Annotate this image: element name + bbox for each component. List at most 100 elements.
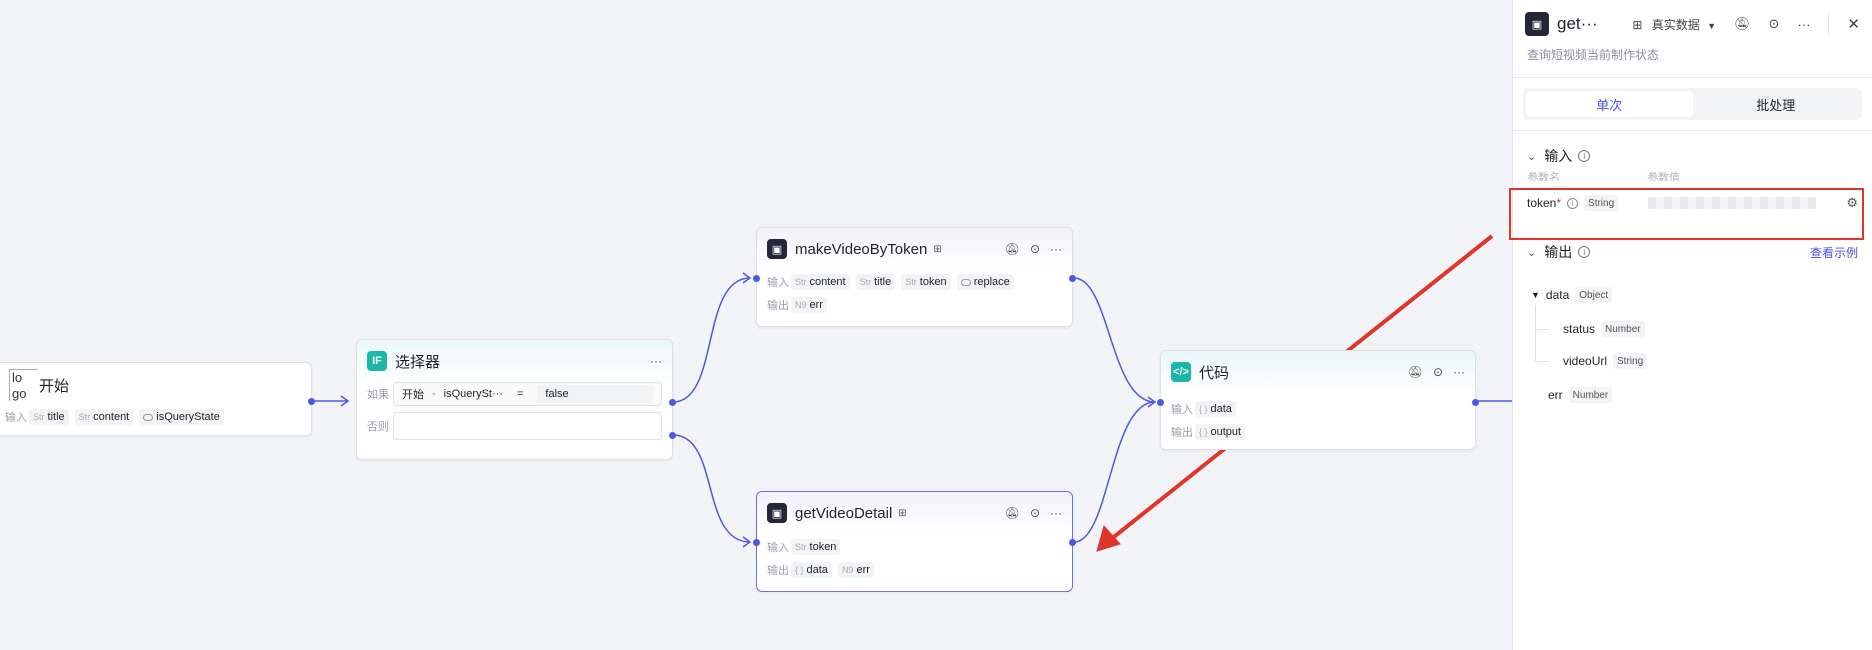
separator	[1828, 13, 1830, 35]
chevron-down-icon: ⌄	[1527, 246, 1537, 259]
code-node[interactable]: </> 代码 🔕︎ ⊙ ··· 输入 { } data 输出 { } output	[1157, 350, 1479, 450]
plugin-icon: ▣	[1525, 12, 1549, 36]
get-detail-title: getVideoDetail	[795, 504, 893, 522]
run-icon[interactable]: ⊙	[1433, 365, 1443, 379]
chevron-down-icon: ⌄	[1527, 150, 1537, 163]
data-mode-select[interactable]: ⊞ 真实数据 ▼	[1632, 16, 1716, 33]
tree-branch	[1535, 361, 1549, 362]
tree-line	[1535, 305, 1536, 361]
get-detail-inputs: 输入 Str token	[757, 537, 1072, 557]
store-icon: ⊞	[1632, 17, 1643, 32]
run-icon[interactable]: ⊙	[1769, 16, 1780, 32]
edge-selector-make	[672, 277, 751, 403]
make-video-title: makeVideoByToken	[795, 240, 928, 258]
panel-subtitle: 查询短视频当前制作状态	[1527, 48, 1660, 62]
input-label: 输入	[5, 412, 27, 424]
output-item-videourl[interactable]: videoUrl String	[1563, 353, 1648, 369]
make-video-outputs: 输出 N9 err	[757, 295, 1072, 315]
store-icon: ⊞	[898, 507, 907, 519]
toggle-icon	[143, 413, 154, 421]
cond-var: isQuerySt···	[443, 388, 503, 400]
view-example-link[interactable]: 查看示例	[1810, 244, 1858, 261]
make-video-header: ▣ makeVideoByToken ⊞ 🔕︎ ⊙ ···	[757, 228, 1072, 270]
edge-selector-detail	[672, 434, 751, 543]
plugin-icon: ▣	[767, 239, 787, 259]
make-video-node[interactable]: ▣ makeVideoByToken ⊞ 🔕︎ ⊙ ··· 输入 Str cont…	[753, 227, 1076, 327]
make-video-in-port[interactable]	[753, 275, 760, 282]
output-tree: ▼ data Object status Number videoUrl Str…	[1513, 263, 1872, 403]
selector-header: IF 选择器 ···	[357, 340, 672, 382]
code-title: 代码	[1199, 364, 1230, 382]
start-input-content: Str content	[74, 409, 134, 425]
param-column-headers: 参数名 参数值	[1527, 172, 1680, 181]
workflow-canvas[interactable]: lo go 开始 输入 Str title Str content isQueryS…	[0, 0, 1512, 650]
bell-off-icon[interactable]: 🔕︎	[1005, 242, 1020, 256]
param-tag: Str token	[901, 274, 951, 290]
else-row[interactable]	[393, 412, 662, 440]
param-tag: Str content	[791, 274, 850, 290]
more-icon[interactable]: ···	[1050, 506, 1062, 520]
panel-title: get···	[1557, 14, 1598, 33]
start-node[interactable]: lo go 开始 输入 Str title Str content isQueryS…	[0, 362, 315, 436]
run-icon[interactable]: ⊙	[1030, 242, 1040, 256]
selector-if-port[interactable]	[669, 399, 676, 406]
get-detail-node[interactable]: ▣ getVideoDetail ⊞ 🔕︎ ⊙ ··· 输入 Str token …	[753, 491, 1076, 592]
param-tag: Str token	[791, 539, 841, 555]
param-tag: { } data	[1195, 401, 1236, 417]
input-section-header[interactable]: ⌄ 输入 i	[1513, 145, 1872, 167]
param-tag: N9 err	[837, 562, 874, 578]
caret-down-icon: ▼	[1531, 290, 1540, 300]
plugin-icon: ▣	[767, 503, 787, 523]
more-icon[interactable]: ···	[1453, 365, 1465, 379]
get-detail-in-port[interactable]	[753, 539, 760, 546]
tab-single[interactable]: 单次	[1526, 91, 1693, 117]
condition-row[interactable]: 开始 - isQuerySt··· = false	[393, 382, 662, 406]
make-video-out-port[interactable]	[1069, 275, 1076, 282]
info-icon: i	[1578, 246, 1591, 258]
output-item-status[interactable]: status Number	[1563, 321, 1645, 337]
code-in-port[interactable]	[1157, 399, 1164, 406]
start-logo-icon: lo go	[9, 369, 37, 401]
code-out-port[interactable]	[1472, 399, 1479, 406]
node-test-panel: ▣ get··· ⊞ 真实数据 ▼ 🔕︎ ⊙ ··· ✕ 查询短视频当前制作状态…	[1512, 0, 1872, 650]
selector-node[interactable]: IF 选择器 ··· 如果 开始 - isQuerySt··· = false …	[356, 339, 676, 460]
start-input-isquerystate: isQueryState	[139, 409, 224, 425]
param-tag: { } data	[791, 562, 832, 578]
code-outputs: 输出 { } output	[1161, 422, 1475, 442]
edge-make-code	[1073, 277, 1156, 403]
if-icon: IF	[367, 351, 387, 371]
start-output-port[interactable]	[308, 398, 315, 405]
store-icon: ⊞	[933, 243, 942, 255]
tab-batch[interactable]: 批处理	[1693, 91, 1860, 117]
code-inputs: 输入 { } data	[1161, 399, 1475, 419]
else-label: 否则	[367, 421, 389, 433]
cond-value: false	[537, 385, 653, 403]
start-input-title: Str title	[29, 409, 69, 425]
panel-header: ▣ get··· ⊞ 真实数据 ▼ 🔕︎ ⊙ ··· ✕	[1513, 0, 1872, 48]
info-icon: i	[1578, 150, 1591, 162]
selector-title: 选择器	[395, 353, 441, 371]
edge-detail-code	[1073, 401, 1156, 543]
more-icon[interactable]: ···	[1797, 17, 1810, 32]
caret-down-icon: ▼	[1707, 20, 1716, 31]
get-detail-outputs: 输出 { } data N9 err	[757, 560, 1072, 580]
divider	[1513, 77, 1872, 78]
bell-off-icon[interactable]: 🔕︎	[1408, 365, 1423, 379]
code-icon: </>	[1171, 362, 1191, 382]
output-item-err[interactable]: err Number	[1548, 387, 1613, 403]
bell-off-icon[interactable]: 🔕︎	[1734, 16, 1751, 32]
output-item-data[interactable]: ▼ data Object	[1531, 287, 1613, 303]
selector-else-port[interactable]	[669, 432, 676, 439]
get-detail-out-port[interactable]	[1069, 539, 1076, 546]
output-section-header[interactable]: ⌄ 输出 i 查看示例	[1513, 241, 1872, 263]
start-title: 开始	[39, 377, 70, 395]
run-icon[interactable]: ⊙	[1030, 506, 1040, 520]
close-icon[interactable]: ✕	[1847, 15, 1860, 33]
more-icon[interactable]: ···	[1050, 242, 1062, 256]
more-icon[interactable]: ···	[650, 354, 662, 368]
tree-branch	[1535, 329, 1549, 330]
make-video-inputs: 输入 Str content Str title Str token replace	[757, 272, 1072, 292]
bell-off-icon[interactable]: 🔕︎	[1005, 506, 1020, 520]
cond-left: 开始	[402, 389, 424, 401]
if-label: 如果	[367, 389, 389, 401]
